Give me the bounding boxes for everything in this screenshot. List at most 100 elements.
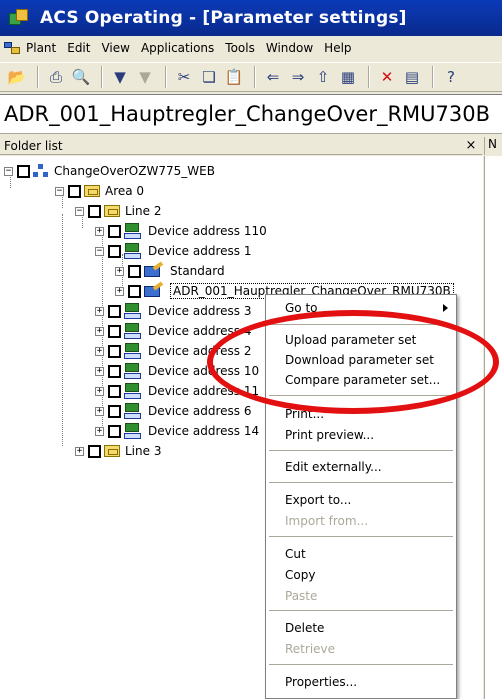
menu-separator	[269, 395, 453, 396]
tree-node-device[interactable]: + Device address 3	[95, 302, 251, 320]
window-titlebar[interactable]: ACS Operating - [Parameter settings]	[0, 0, 502, 36]
tree-node-line[interactable]: − Line 2	[75, 202, 161, 220]
ctx-cut[interactable]: Cut	[266, 543, 456, 565]
menu-separator	[269, 536, 453, 537]
menu-edit[interactable]: Edit	[67, 41, 90, 55]
expand-icon[interactable]: +	[95, 406, 104, 416]
ctx-upload-parameter-set[interactable]: Upload parameter set	[266, 329, 456, 351]
tree-node-device[interactable]: + Device address 4	[95, 322, 251, 340]
checkbox[interactable]	[108, 244, 121, 258]
tree-node-area[interactable]: − Area 0	[55, 182, 144, 200]
checkbox[interactable]	[108, 224, 121, 238]
help-icon[interactable]: ?	[440, 66, 462, 88]
tree-node-device[interactable]: + Device address 6	[95, 402, 251, 420]
ctx-retrieve: Retrieve	[266, 638, 456, 660]
back-arrow-icon[interactable]: ⇐	[262, 66, 284, 88]
menu-plant[interactable]: Plant	[26, 41, 56, 55]
checkbox[interactable]	[108, 324, 121, 338]
menu-window[interactable]: Window	[266, 41, 313, 55]
menu-tools[interactable]: Tools	[225, 41, 255, 55]
plant-menu-icon	[4, 40, 22, 56]
menu-separator	[269, 324, 453, 325]
tree-label: Device address 6	[148, 404, 252, 418]
ctx-compare-parameter-set[interactable]: Compare parameter set...	[266, 369, 456, 391]
folder-list-header: Folder list ×	[0, 137, 482, 155]
checkbox[interactable]	[108, 424, 121, 438]
tree-node-line[interactable]: + Line 3	[75, 442, 161, 460]
tree-node-root[interactable]: − ChangeOverOZW775_WEB	[4, 162, 215, 180]
menu-view[interactable]: View	[101, 41, 129, 55]
expand-icon[interactable]: +	[115, 266, 124, 276]
close-icon[interactable]: ×	[464, 138, 478, 153]
ctx-label: Delete	[285, 621, 325, 635]
device-icon	[124, 323, 142, 339]
tree-node-parameter-set[interactable]: + Standard	[115, 261, 225, 280]
ctx-download-parameter-set[interactable]: Download parameter set	[266, 349, 456, 371]
tree-node-device[interactable]: + Device address 110	[95, 222, 267, 240]
ctx-export-to[interactable]: Export to...	[266, 489, 456, 511]
expand-icon[interactable]: +	[95, 386, 104, 396]
properties-icon[interactable]: ▤	[401, 66, 423, 88]
tree-node-device[interactable]: + Device address 11	[95, 382, 259, 400]
checkbox[interactable]	[88, 204, 101, 218]
collapse-icon[interactable]: −	[55, 186, 64, 196]
folder-icon	[104, 205, 120, 217]
ctx-copy[interactable]: Copy	[266, 564, 456, 586]
print-icon[interactable]: ⎙	[45, 66, 67, 88]
folder-list-icon[interactable]: ▦	[337, 66, 359, 88]
checkbox[interactable]	[17, 164, 30, 178]
expand-icon[interactable]: +	[95, 346, 104, 356]
ctx-print-preview[interactable]: Print preview...	[266, 424, 456, 446]
open-folder-icon[interactable]: 📂	[6, 66, 28, 88]
checkbox[interactable]	[128, 264, 141, 278]
filter-icon[interactable]: ▼	[109, 66, 131, 88]
tree-node-device[interactable]: + Device address 10	[95, 362, 259, 380]
expand-icon[interactable]: +	[95, 306, 104, 316]
right-pane-column-header[interactable]: N	[484, 137, 502, 155]
delete-icon[interactable]: ✕	[376, 66, 398, 88]
checkbox[interactable]	[108, 364, 121, 378]
checkbox[interactable]	[108, 404, 121, 418]
expand-icon[interactable]: +	[75, 446, 84, 456]
cut-icon[interactable]: ✂	[173, 66, 195, 88]
collapse-icon[interactable]: −	[75, 206, 84, 216]
ctx-edit-externally[interactable]: Edit externally...	[266, 456, 456, 478]
toolbar-separator	[432, 66, 434, 88]
device-icon	[124, 223, 142, 239]
collapse-icon[interactable]: −	[4, 166, 13, 176]
checkbox[interactable]	[108, 304, 121, 318]
menu-help[interactable]: Help	[324, 41, 351, 55]
checkbox[interactable]	[68, 184, 81, 198]
up-folder-icon[interactable]: ⇧	[312, 66, 334, 88]
expand-icon[interactable]: +	[95, 326, 104, 336]
tree-node-device[interactable]: + Device address 2	[95, 342, 251, 360]
menu-applications[interactable]: Applications	[141, 41, 214, 55]
expand-icon[interactable]: +	[95, 226, 104, 236]
tree-label: Area 0	[105, 184, 145, 198]
tree-label: Device address 110	[148, 224, 267, 238]
network-icon	[33, 164, 49, 178]
checkbox[interactable]	[108, 344, 121, 358]
collapse-icon[interactable]: −	[95, 246, 104, 256]
tree-label: Line 2	[125, 204, 162, 218]
tree-label: Device address 3	[148, 304, 252, 318]
copy-icon[interactable]: ❏	[198, 66, 220, 88]
expand-icon[interactable]: +	[95, 366, 104, 376]
checkbox[interactable]	[128, 284, 141, 298]
checkbox[interactable]	[108, 384, 121, 398]
folder-icon	[104, 445, 120, 457]
ctx-print[interactable]: Print...	[266, 403, 456, 425]
tree-node-device[interactable]: + Device address 14	[95, 422, 259, 440]
checkbox[interactable]	[88, 444, 101, 458]
document-title-bar: ADR_001_Hauptregler_ChangeOver_RMU730B	[0, 94, 502, 134]
expand-icon[interactable]: +	[95, 426, 104, 436]
ctx-label: Download parameter set	[285, 353, 434, 367]
print-preview-icon[interactable]: 🔍	[70, 66, 92, 88]
tree-node-device[interactable]: − Device address 1	[95, 242, 251, 260]
toolbar-separator	[101, 66, 103, 88]
ctx-go-to[interactable]: Go to	[266, 297, 456, 319]
forward-arrow-icon[interactable]: ⇒	[287, 66, 309, 88]
ctx-properties[interactable]: Properties...	[266, 671, 456, 693]
ctx-delete[interactable]: Delete	[266, 617, 456, 639]
expand-icon[interactable]: +	[115, 286, 124, 296]
